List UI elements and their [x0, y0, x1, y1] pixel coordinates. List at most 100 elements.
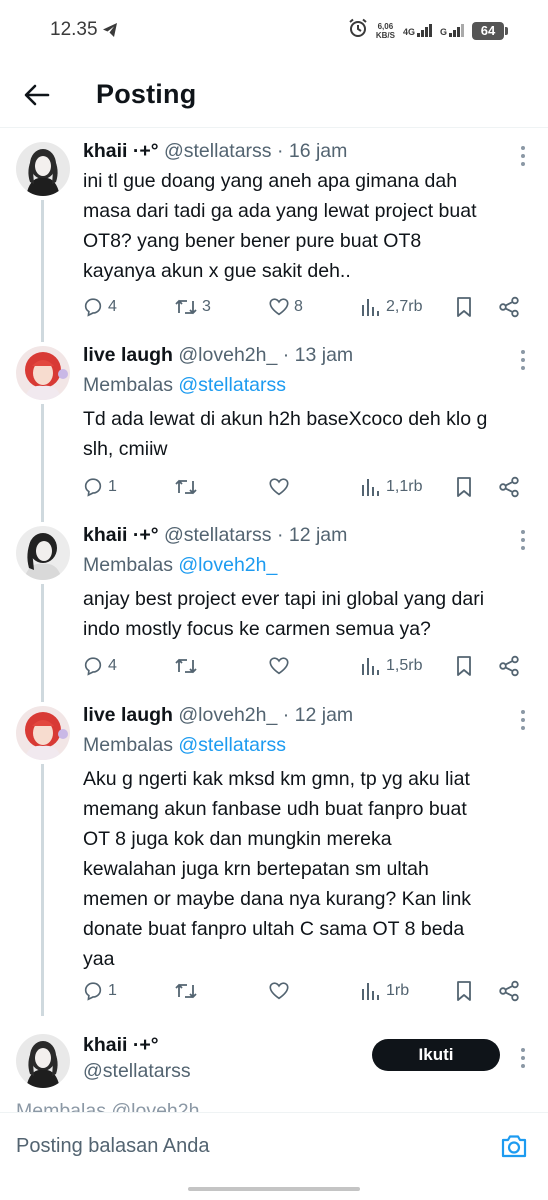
network-speed: 6,06 KB/S	[376, 22, 395, 40]
like-button[interactable]	[268, 472, 290, 502]
repost-button[interactable]	[174, 472, 198, 502]
reply-context: Membalas @loveh2h_	[83, 554, 277, 577]
share-icon[interactable]	[498, 651, 520, 681]
tweet-text-line: Aku g ngerti kak mksd km gmn, tp yg aku …	[83, 768, 470, 790]
avatar[interactable]	[16, 346, 70, 400]
alarm-icon	[348, 18, 368, 43]
back-arrow-icon[interactable]	[22, 80, 52, 110]
status-time: 12.35	[50, 19, 98, 40]
tweet-text: anjay best project ever tapi ini global …	[83, 584, 529, 644]
like-count: 8	[294, 298, 303, 315]
reply-input[interactable]: Posting balasan Anda	[16, 1135, 210, 1158]
tweet-text-line: OT 8 juga kok dan mungkin mereka	[83, 828, 392, 850]
tweet-header: khaii ·+° @stellatarss · 16 jam	[83, 140, 347, 163]
display-name[interactable]: live laugh	[83, 704, 173, 726]
repost-icon	[175, 658, 197, 674]
tweet-header: live laugh @loveh2h_ · 13 jam	[83, 344, 353, 367]
reply-button[interactable]: 1	[82, 472, 117, 502]
bookmark-icon[interactable]	[454, 472, 474, 502]
views-button[interactable]: 2,7rb	[360, 292, 422, 322]
view-count: 1,5rb	[386, 657, 423, 674]
tweet-text-line: indo mostly focus ke carmen semua ya?	[83, 618, 431, 640]
tweet-text-line: ini tl gue doang yang aneh apa gimana da…	[83, 170, 458, 192]
heart-icon	[269, 657, 289, 675]
signal-bars-icon	[416, 24, 432, 37]
reply-icon	[84, 982, 102, 1001]
page-title: Posting	[96, 79, 197, 109]
battery-icon: 64	[472, 21, 508, 40]
tweet[interactable]: khaii ·+° @stellatarss · 16 jam ini tl g…	[0, 140, 548, 340]
like-button[interactable]	[268, 976, 290, 1006]
tweet-actions: 1 1,1rb	[80, 472, 530, 502]
more-options-icon[interactable]	[520, 350, 526, 370]
tweet[interactable]: live laugh @loveh2h_ · 13 jam Membalas @…	[0, 344, 548, 514]
reply-context-text: Membalas @loveh2h_	[16, 1100, 211, 1112]
views-icon	[362, 299, 379, 316]
more-options-icon[interactable]	[520, 1048, 526, 1068]
display-name[interactable]: khaii ·+°	[83, 524, 159, 546]
bookmark-icon[interactable]	[454, 292, 474, 322]
network-type-2: G	[439, 27, 447, 37]
tweet[interactable]: live laugh @loveh2h_ · 12 jam Membalas @…	[0, 704, 548, 1014]
focused-tweet[interactable]: khaii ·+° @stellatarss Ikuti Membalas @l…	[0, 1034, 548, 1112]
more-options-icon[interactable]	[520, 710, 526, 730]
repost-button[interactable]	[174, 651, 198, 681]
telegram-icon	[102, 22, 118, 43]
signal-1: 4G	[403, 24, 432, 37]
avatar[interactable]	[16, 142, 70, 196]
top-app-bar: Posting	[0, 62, 548, 128]
follow-button[interactable]: Ikuti	[372, 1039, 500, 1071]
tweet-actions: 1 1rb	[80, 976, 530, 1006]
views-button[interactable]: 1rb	[360, 976, 409, 1006]
tweet-text: Aku g ngerti kak mksd km gmn, tp yg aku …	[83, 764, 529, 974]
tweet-text-line: donate buat fanpro ultah C sama OT 8 bed…	[83, 918, 465, 940]
tweet[interactable]: khaii ·+° @stellatarss · 12 jam Membalas…	[0, 524, 548, 694]
mention-link[interactable]: @stellatarss	[178, 374, 286, 396]
views-button[interactable]: 1,5rb	[360, 651, 422, 681]
avatar[interactable]	[16, 706, 70, 760]
handle-and-time: @loveh2h_ · 13 jam	[178, 344, 354, 366]
tweet-text-line: memang akun fanbase udh buat fanpro buat	[83, 798, 467, 820]
repost-icon	[175, 983, 197, 999]
share-icon[interactable]	[498, 976, 520, 1006]
tweet-header: khaii ·+° @stellatarss · 12 jam	[83, 524, 347, 547]
handle-and-time: @stellatarss · 16 jam	[163, 140, 348, 162]
reply-count: 1	[108, 982, 117, 999]
reply-context: Membalas @stellatarss	[83, 374, 286, 397]
like-button[interactable]	[268, 651, 290, 681]
mention-link[interactable]: @loveh2h_	[178, 554, 277, 576]
tweet-actions: 4 3 8 2,7rb	[80, 292, 530, 322]
more-options-icon[interactable]	[520, 530, 526, 550]
bookmark-icon[interactable]	[454, 651, 474, 681]
reply-button[interactable]: 4	[82, 651, 117, 681]
camera-icon[interactable]	[500, 1133, 528, 1164]
avatar[interactable]	[16, 526, 70, 580]
tweet-actions: 4 1,5rb	[80, 651, 530, 681]
repost-button[interactable]: 3	[174, 292, 211, 322]
avatar[interactable]	[16, 1034, 70, 1088]
reply-button[interactable]: 1	[82, 976, 117, 1006]
display-name[interactable]: live laugh	[83, 344, 173, 366]
reply-button[interactable]: 4	[82, 292, 117, 322]
like-button[interactable]: 8	[268, 292, 303, 322]
reply-composer: Posting balasan Anda	[0, 1112, 548, 1182]
reply-count: 4	[108, 298, 117, 315]
display-name[interactable]: khaii ·+°	[83, 1034, 159, 1056]
repost-button[interactable]	[174, 976, 198, 1006]
more-options-icon[interactable]	[520, 146, 526, 166]
reply-count: 1	[108, 478, 117, 495]
tweet-text-line: masa dari tadi ga ada yang lewat project…	[83, 200, 477, 222]
tweet-text: Td ada lewat di akun h2h baseXcoco deh k…	[83, 404, 529, 464]
mention-link[interactable]: @stellatarss	[178, 734, 286, 756]
views-button[interactable]: 1,1rb	[360, 472, 422, 502]
tweet-text-line: kewalahan juga krn bertepatan sm ultah	[83, 858, 429, 880]
reply-context: Membalas @stellatarss	[83, 734, 286, 757]
handle-and-time: @stellatarss · 12 jam	[163, 524, 348, 546]
network-type-1: 4G	[402, 27, 415, 37]
share-icon[interactable]	[498, 292, 520, 322]
display-name[interactable]: khaii ·+°	[83, 140, 159, 162]
reply-count: 4	[108, 657, 117, 674]
share-icon[interactable]	[498, 472, 520, 502]
tweet-text-line: yaa	[83, 948, 115, 970]
bookmark-icon[interactable]	[454, 976, 474, 1006]
